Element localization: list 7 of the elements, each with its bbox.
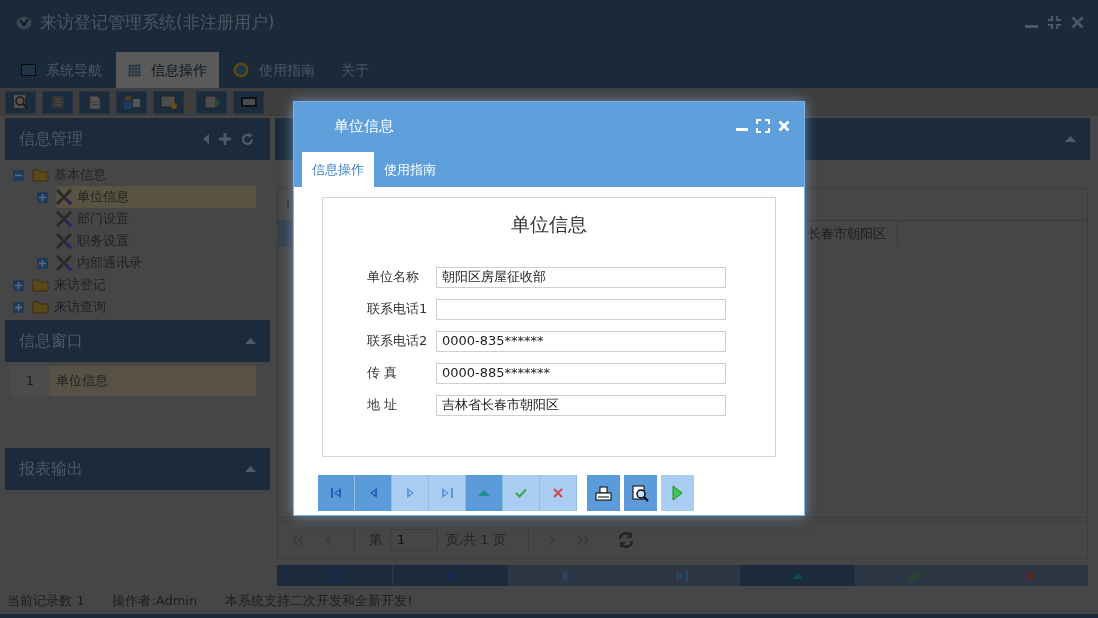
field-label: 联系电话1	[367, 300, 429, 319]
form-title: 单位信息	[511, 212, 587, 237]
field-label: 地 址	[367, 396, 399, 415]
dialog-title: 单位信息	[334, 115, 395, 137]
field-label: 联系电话2	[367, 332, 429, 351]
field-label: 传 真	[367, 364, 399, 383]
field-label: 单位名称	[367, 268, 420, 287]
